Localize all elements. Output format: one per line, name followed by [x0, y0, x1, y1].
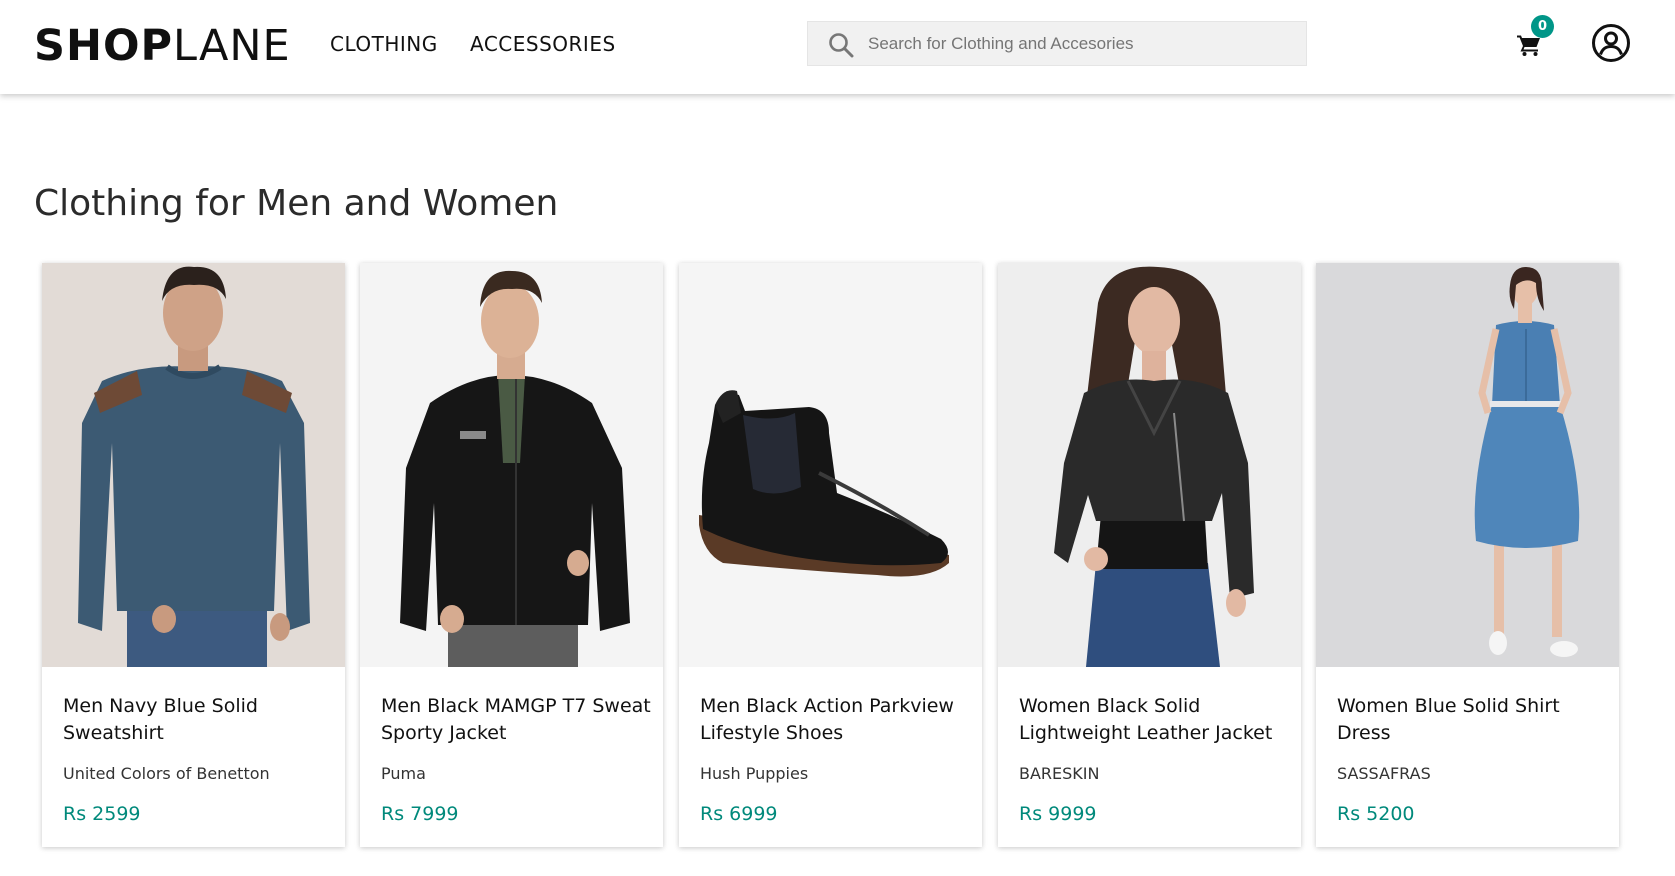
- product-grid: Men Navy Blue Solid Sweatshirt United Co…: [42, 263, 1622, 847]
- nav-link-accessories[interactable]: ACCESSORIES: [470, 30, 616, 58]
- product-brand: BARESKIN: [1019, 764, 1100, 783]
- product-price: Rs 7999: [381, 803, 459, 825]
- product-image-black-boot[interactable]: [679, 263, 982, 667]
- product-price: Rs 9999: [1019, 803, 1097, 825]
- user-circle-icon[interactable]: [1591, 23, 1631, 63]
- product-brand: Hush Puppies: [700, 764, 809, 783]
- product-card[interactable]: Men Black Action Parkview Lifestyle Shoe…: [679, 263, 982, 847]
- product-card[interactable]: Women Blue Solid Shirt Dress SASSAFRAS R…: [1316, 263, 1619, 847]
- product-name[interactable]: Men Black MAMGP T7 Sweat Sporty Jacket: [381, 693, 651, 747]
- product-price: Rs 2599: [63, 803, 141, 825]
- search-icon[interactable]: [828, 32, 854, 58]
- product-card[interactable]: Men Navy Blue Solid Sweatshirt United Co…: [42, 263, 345, 847]
- product-name[interactable]: Men Navy Blue Solid Sweatshirt: [63, 693, 333, 747]
- nav-link-clothing[interactable]: CLOTHING: [330, 30, 438, 58]
- logo-bold-text: SHOP: [34, 21, 174, 71]
- product-brand: Puma: [381, 764, 426, 783]
- product-card[interactable]: Men Black MAMGP T7 Sweat Sporty Jacket P…: [360, 263, 663, 847]
- section-title: Clothing for Men and Women: [34, 183, 559, 224]
- shopping-cart-icon: [1517, 35, 1540, 56]
- product-name[interactable]: Women Blue Solid Shirt Dress: [1337, 693, 1607, 747]
- product-image-navy-sweatshirt[interactable]: [42, 263, 345, 667]
- product-image-blue-shirt-dress[interactable]: [1316, 263, 1619, 667]
- product-card[interactable]: Women Black Solid Lightweight Leather Ja…: [998, 263, 1301, 847]
- product-price: Rs 5200: [1337, 803, 1415, 825]
- product-price: Rs 6999: [700, 803, 778, 825]
- cart-count-badge: 0: [1531, 15, 1554, 38]
- search-bar[interactable]: [807, 21, 1307, 66]
- search-input[interactable]: [868, 22, 1298, 65]
- product-image-black-sporty-jacket[interactable]: [360, 263, 663, 667]
- logo-light-text: LANE: [173, 21, 291, 71]
- product-name[interactable]: Men Black Action Parkview Lifestyle Shoe…: [700, 693, 970, 747]
- product-name[interactable]: Women Black Solid Lightweight Leather Ja…: [1019, 693, 1289, 747]
- shoplane-logo[interactable]: SHOPLANE: [34, 18, 291, 74]
- product-brand: United Colors of Benetton: [63, 764, 270, 783]
- product-brand: SASSAFRAS: [1337, 764, 1431, 783]
- top-navbar: SHOPLANE CLOTHING ACCESSORIES 0: [0, 0, 1675, 94]
- product-image-black-leather-jacket[interactable]: [998, 263, 1301, 667]
